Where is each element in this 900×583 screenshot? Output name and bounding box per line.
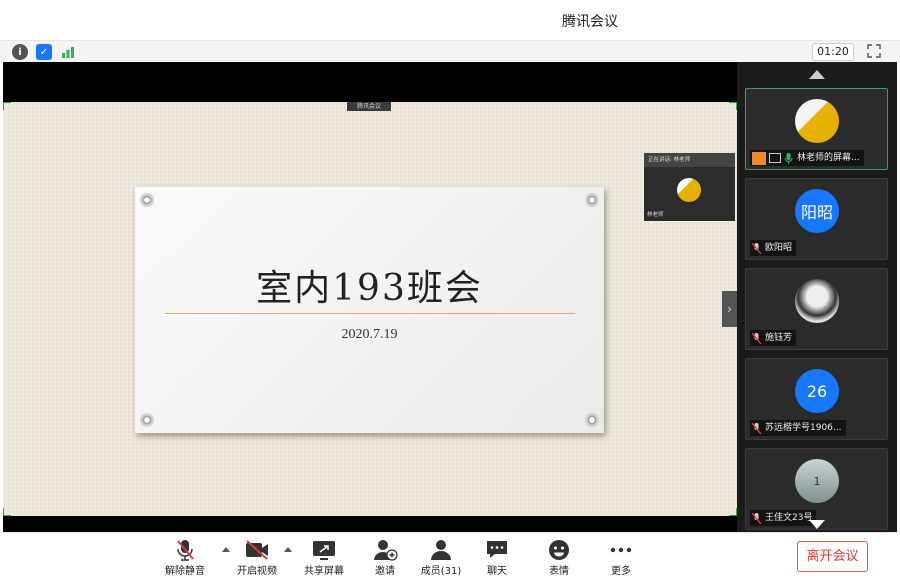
participant-name: 王佳文23号 [765, 513, 813, 523]
host-icon [752, 151, 766, 165]
start-video-label: 开启视频 [237, 566, 277, 577]
window-title: 腾讯会议 [562, 14, 618, 30]
chat-icon [483, 539, 511, 561]
mic-muted-icon [171, 539, 199, 561]
share-tag: 腾讯会议 [347, 102, 391, 111]
bottom-toolbar: 解除静音 开启视频 共享屏幕 邀请 成员(31) 聊天 表情 更多 [0, 532, 900, 583]
participant-label: 欧阳昭 [750, 240, 797, 256]
avatar: 1 [795, 459, 839, 503]
participant-tile[interactable]: 施钰芳 [745, 268, 888, 350]
unmute-button[interactable]: 解除静音 [157, 539, 213, 581]
scroll-down-icon[interactable] [809, 520, 825, 529]
pin-icon [585, 413, 599, 427]
camera-off-icon [243, 539, 271, 561]
share-screen-icon [310, 539, 338, 561]
mic-muted-icon [751, 422, 762, 434]
screen-icon [769, 153, 781, 163]
signal-icon[interactable] [60, 44, 76, 60]
participant-tile[interactable]: 林老师的屏幕... [745, 88, 888, 170]
info-icon[interactable]: i [12, 44, 28, 60]
unmute-label: 解除静音 [165, 566, 205, 577]
emoji-icon [545, 539, 573, 561]
shield-icon[interactable]: ✓ [36, 44, 52, 60]
participant-sidebar: 林老师的屏幕... 阳昭 欧阳昭 施钰芳 26 苏远楷学号1906... 1 王… [737, 62, 897, 532]
more-button[interactable]: 更多 [593, 539, 649, 581]
meeting-timer: 01:20 [812, 43, 854, 61]
share-screen-button[interactable]: 共享屏幕 [296, 539, 352, 581]
participant-name: 施钰芳 [765, 333, 793, 343]
slide-card: 室内193班会 2020.7.19 [135, 187, 604, 433]
slide-title: 室内193班会 [256, 268, 483, 309]
pin-icon [140, 193, 154, 207]
members-label: 成员(31) [420, 566, 462, 577]
members-button[interactable]: 成员(31) [413, 539, 469, 581]
avatar [795, 99, 839, 143]
more-icon [607, 539, 635, 561]
fullscreen-icon[interactable] [866, 44, 882, 60]
avatar [677, 178, 701, 202]
chat-label: 聊天 [487, 566, 507, 577]
avatar: 26 [795, 369, 839, 413]
slide-divider [165, 313, 575, 314]
participant-label: 苏远楷学号1906... [750, 420, 846, 436]
participant-name: 林老师的屏幕... [797, 153, 860, 163]
mic-icon [784, 152, 793, 164]
start-video-button[interactable]: 开启视频 [229, 539, 285, 581]
pin-icon [585, 193, 599, 207]
participant-label: 施钰芳 [750, 330, 797, 346]
slide-date: 2020.7.19 [341, 327, 398, 342]
emoji-button[interactable]: 表情 [531, 539, 587, 581]
scroll-up-icon[interactable] [809, 70, 825, 79]
user-icon [427, 539, 455, 561]
participant-name: 欧阳昭 [765, 243, 793, 253]
invite-label: 邀请 [375, 566, 395, 577]
status-bar: i ✓ 01:20 [0, 40, 900, 62]
mic-muted-icon [751, 332, 762, 344]
collapse-sidebar-button[interactable]: › [722, 291, 737, 327]
participant-tile[interactable]: 阳昭 欧阳昭 [745, 178, 888, 260]
invite-button[interactable]: 邀请 [357, 539, 413, 581]
participant-tile[interactable]: 1 王佳文23号 [745, 448, 888, 530]
more-label: 更多 [611, 566, 631, 577]
chat-button[interactable]: 聊天 [469, 539, 525, 581]
speaker-name: 林老师 [647, 212, 664, 218]
mic-muted-icon [751, 242, 762, 254]
participant-tile[interactable]: 26 苏远楷学号1906... [745, 358, 888, 440]
participant-label: 王佳文23号 [750, 510, 817, 526]
title-bar: 腾讯会议 [0, 0, 900, 40]
participant-label: 林老师的屏幕... [750, 150, 864, 166]
caret-up-icon[interactable] [284, 547, 292, 552]
active-speaker-thumb[interactable]: 正在讲话: 林老师 林老师 [644, 153, 735, 221]
speaker-header: 正在讲话: 林老师 [644, 153, 735, 167]
avatar: 阳昭 [795, 189, 839, 233]
pin-icon [140, 413, 154, 427]
add-user-icon [371, 539, 399, 561]
leave-meeting-button[interactable]: 离开会议 [797, 541, 868, 572]
participant-name: 苏远楷学号1906... [765, 423, 842, 433]
mic-muted-icon [751, 512, 762, 524]
emoji-label: 表情 [549, 566, 569, 577]
share-screen-label: 共享屏幕 [304, 566, 344, 577]
avatar [795, 279, 839, 323]
